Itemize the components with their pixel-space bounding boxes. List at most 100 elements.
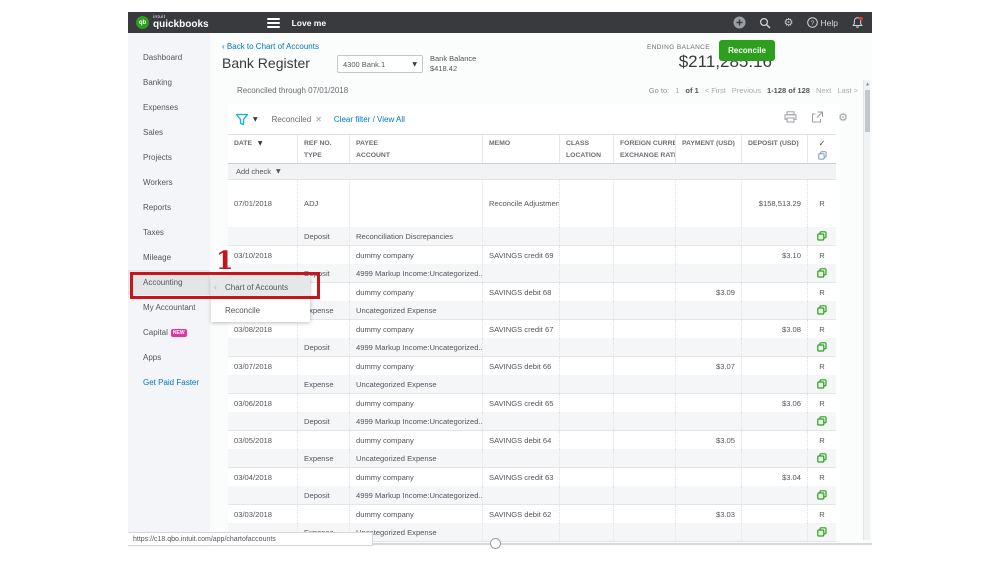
copy-transaction-icon[interactable] bbox=[817, 527, 827, 537]
cell-type: Deposit bbox=[298, 338, 350, 356]
submenu-item-chart-of-accounts[interactable]: Chart of Accounts bbox=[211, 276, 310, 299]
transaction-line2[interactable]: ExpenseUncategorized Expense bbox=[228, 449, 836, 467]
sidebar-item-get-paid-faster[interactable]: Get Paid Faster bbox=[128, 370, 210, 395]
sidebar-item-accounting[interactable]: Accounting bbox=[128, 270, 210, 295]
transaction-line2[interactable]: Deposit 4999 Markup Income:Uncategorized.… bbox=[228, 264, 836, 282]
transaction-line1[interactable]: 03/06/2018 dummy company SAVINGS credit 65… bbox=[228, 394, 836, 412]
sidebar-item-reports[interactable]: Reports bbox=[128, 195, 210, 220]
cell-exchange-rate bbox=[614, 338, 676, 356]
copy-transaction-icon[interactable] bbox=[817, 268, 827, 278]
transaction-line1[interactable]: 03/04/2018 dummy company SAVINGS credit 63… bbox=[228, 468, 836, 486]
horizontal-scrollbar-handle[interactable] bbox=[490, 538, 501, 549]
gear-icon[interactable]: ⚙ bbox=[784, 17, 794, 28]
cell-memo: SAVINGS credit 67 bbox=[483, 320, 560, 338]
transaction-line2[interactable]: ExpenseUncategorized Expense bbox=[228, 301, 836, 319]
cell-deposit: $3.06 bbox=[742, 394, 808, 412]
transaction-line1[interactable]: 03/07/2018 dummy company SAVINGS debit 66 $… bbox=[228, 357, 836, 375]
copy-transaction-icon[interactable] bbox=[817, 379, 827, 389]
sidebar-item-projects[interactable]: Projects bbox=[128, 145, 210, 170]
transaction-line1[interactable]: 03/05/2018 dummy company SAVINGS debit 64 $… bbox=[228, 431, 836, 449]
transaction-line2[interactable]: ExpenseUncategorized Expense bbox=[228, 375, 836, 393]
copy-transaction-icon[interactable] bbox=[817, 490, 827, 500]
back-to-chart-of-accounts-link[interactable]: ‹ Back to Chart of Accounts bbox=[222, 42, 319, 51]
sidebar-item-taxes[interactable]: Taxes bbox=[128, 220, 210, 245]
goto-page-input[interactable]: 1 bbox=[675, 86, 679, 95]
cell-location bbox=[560, 338, 614, 356]
cell-date: 03/04/2018 bbox=[228, 468, 298, 486]
sidebar-nav: Dashboard Banking Expenses Sales Projects Wor… bbox=[128, 33, 210, 547]
vertical-scrollbar-thumb[interactable] bbox=[865, 90, 870, 132]
copy-transaction-icon[interactable] bbox=[817, 342, 827, 352]
cell-memo-blank bbox=[483, 301, 560, 319]
page-of-total: of 1 bbox=[685, 86, 699, 95]
transaction-line1[interactable]: 03/09/2018dummy companySAVINGS debit 68$… bbox=[228, 283, 836, 301]
cell-memo: Reconcile Adjustment bbox=[483, 180, 560, 227]
pagination-first[interactable]: < First bbox=[705, 86, 726, 95]
transaction-line2[interactable]: Deposit 4999 Markup Income:Uncategorized.… bbox=[228, 412, 836, 430]
cell-deposit-blank bbox=[742, 486, 808, 504]
company-name-menu[interactable]: Love me bbox=[292, 18, 327, 28]
column-header-payment: PAYMENT (USD) bbox=[676, 135, 742, 163]
filter-chip-reconciled: Reconciled bbox=[271, 114, 312, 124]
filter-chip-close-icon[interactable]: ✕ bbox=[315, 115, 322, 124]
copy-transaction-icon[interactable] bbox=[817, 231, 827, 241]
submenu-item-reconcile[interactable]: Reconcile bbox=[211, 299, 310, 322]
transaction-line1[interactable]: 07/01/2018 ADJ Reconcile Adjustment $158,51… bbox=[228, 180, 836, 227]
print-icon[interactable] bbox=[784, 111, 797, 123]
clear-filter-link[interactable]: Clear filter / View All bbox=[334, 115, 405, 124]
transaction-line1[interactable]: 03/10/2018 dummy company SAVINGS credit 69… bbox=[228, 246, 836, 264]
cell-class bbox=[560, 505, 614, 523]
filter-funnel-icon[interactable] bbox=[235, 113, 249, 126]
sidebar-item-dashboard[interactable]: Dashboard bbox=[128, 45, 210, 70]
vertical-scrollbar[interactable]: ▲ bbox=[863, 80, 870, 540]
cell-class bbox=[560, 394, 614, 412]
cell-payment bbox=[676, 468, 742, 486]
pagination-next[interactable]: Next bbox=[816, 86, 831, 95]
register-rows: Add check ▼ 07/01/2018 ADJ Reconcile Adjus… bbox=[228, 164, 836, 542]
copy-transaction-icon[interactable] bbox=[817, 305, 827, 315]
transaction-line1[interactable]: 03/08/2018 dummy company SAVINGS credit 67… bbox=[228, 320, 836, 338]
sidebar-item-apps[interactable]: Apps bbox=[128, 345, 210, 370]
cell-account: 4999 Markup Income:Uncategorized... bbox=[350, 412, 483, 430]
cell-payment-blank bbox=[676, 449, 742, 467]
cell-memo-blank bbox=[483, 412, 560, 430]
copy-transaction-icon[interactable] bbox=[817, 453, 827, 463]
notifications-bell-icon[interactable] bbox=[851, 16, 864, 29]
transaction-line2[interactable]: Deposit 4999 Markup Income:Uncategorized.… bbox=[228, 338, 836, 356]
cell-memo-blank bbox=[483, 486, 560, 504]
sidebar-item-workers[interactable]: Workers bbox=[128, 170, 210, 195]
reconcile-button[interactable]: Reconcile bbox=[719, 40, 775, 61]
copy-transaction-icon[interactable] bbox=[817, 416, 827, 426]
quickbooks-logo[interactable]: qb intuit quickbooks bbox=[136, 14, 209, 31]
new-badge: NEW bbox=[170, 328, 187, 337]
cell-payment-blank bbox=[676, 412, 742, 430]
column-header-date[interactable]: DATE ▼ bbox=[228, 135, 298, 163]
cell-ref-no bbox=[298, 505, 350, 523]
account-selector-dropdown[interactable]: 4300 Bank.1 ▼ bbox=[337, 55, 423, 73]
transaction-line2[interactable]: Deposit 4999 Markup Income:Uncategorized.… bbox=[228, 486, 836, 504]
cell-status: R bbox=[819, 324, 825, 334]
create-plus-icon[interactable] bbox=[733, 16, 746, 29]
add-check-button[interactable]: Add check ▼ bbox=[228, 164, 836, 180]
export-icon[interactable] bbox=[811, 111, 824, 123]
table-settings-gear-icon[interactable]: ⚙ bbox=[838, 112, 848, 123]
sidebar-item-mileage[interactable]: Mileage bbox=[128, 245, 210, 270]
sidebar-item-banking[interactable]: Banking bbox=[128, 70, 210, 95]
sidebar-item-capital[interactable]: Capital NEW bbox=[128, 320, 210, 345]
scroll-up-arrow-icon[interactable]: ▲ bbox=[864, 81, 871, 86]
cell-status: R bbox=[819, 287, 825, 297]
sidebar-item-my-accountant[interactable]: My Accountant bbox=[128, 295, 210, 320]
column-header-reconcile-status: ✓ bbox=[808, 135, 836, 163]
help-menu[interactable]: ? Help bbox=[806, 17, 838, 28]
cell-ref-no bbox=[298, 468, 350, 486]
transaction-line1[interactable]: 03/03/2018 dummy company SAVINGS debit 62 $… bbox=[228, 505, 836, 523]
sidebar-item-expenses[interactable]: Expenses bbox=[128, 95, 210, 120]
sidebar-item-sales[interactable]: Sales bbox=[128, 120, 210, 145]
cell-deposit: $3.04 bbox=[742, 468, 808, 486]
pagination-previous[interactable]: Previous bbox=[732, 86, 761, 95]
transaction-line2[interactable]: Deposit Reconciliation Discrepancies bbox=[228, 227, 836, 245]
filter-dropdown-caret-icon[interactable]: ▼ bbox=[253, 116, 258, 123]
hamburger-menu-icon[interactable] bbox=[266, 17, 280, 28]
search-icon[interactable] bbox=[759, 17, 771, 29]
pagination-last[interactable]: Last > bbox=[837, 86, 858, 95]
